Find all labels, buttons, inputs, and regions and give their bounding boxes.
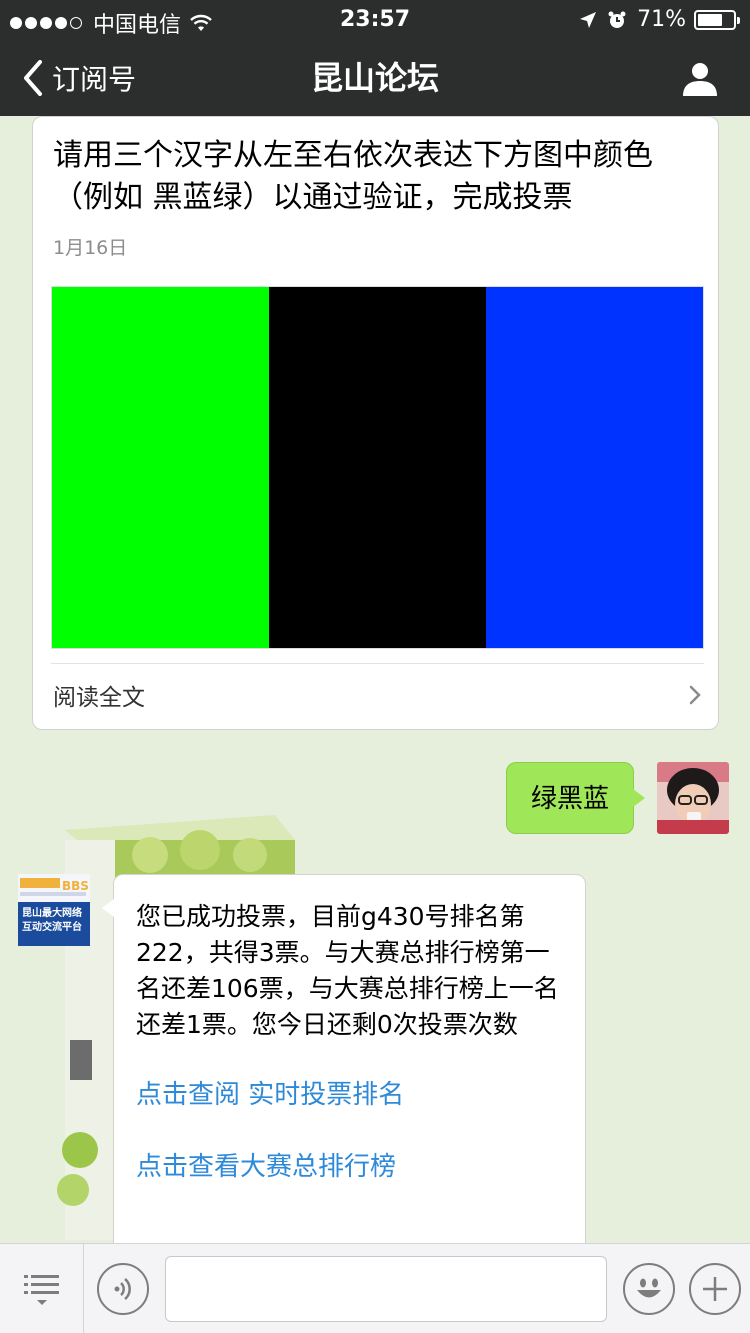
read-more-label: 阅读全文 (53, 685, 145, 711)
profile-icon[interactable] (680, 58, 720, 98)
nav-bar: 订阅号 昆山论坛 (0, 40, 750, 116)
svg-text:BBS: BBS (62, 879, 89, 893)
battery-icon (694, 9, 740, 30)
article-card[interactable]: 请用三个汉字从左至右依次表达下方图中颜色（例如 黑蓝绿）以通过验证，完成投票 1… (32, 116, 719, 730)
voice-input-button[interactable] (97, 1263, 149, 1315)
official-account-avatar[interactable]: BBS 昆山最大网络互动交流平台 (18, 874, 90, 946)
status-right: 71% (579, 7, 740, 32)
read-more-link[interactable]: 阅读全文 (51, 664, 704, 726)
color-block-2 (269, 287, 486, 648)
plus-icon (703, 1277, 727, 1301)
incoming-message-bubble: 您已成功投票，目前g430号排名第222，共得3票。与大赛总排行榜第一名还差10… (102, 874, 586, 1254)
overall-ranking-link[interactable]: 点击查看大赛总排行榜 (136, 1149, 565, 1185)
article-date: 1月16日 (53, 237, 128, 259)
avatar-logo-area: BBS (18, 874, 90, 902)
chevron-right-icon (689, 685, 701, 705)
user-avatar[interactable] (657, 762, 729, 834)
outgoing-message-bubble[interactable]: 绿黑蓝 (506, 762, 645, 834)
location-arrow-icon (580, 11, 597, 28)
article-title: 请用三个汉字从左至右依次表达下方图中颜色（例如 黑蓝绿）以通过验证，完成投票 (53, 138, 653, 215)
chat-input-bar (0, 1243, 750, 1333)
menu-list-icon (23, 1275, 59, 1305)
message-input[interactable] (165, 1256, 607, 1322)
status-bar: 中国电信 23:57 71% (0, 0, 750, 40)
color-block-3 (486, 287, 703, 648)
bbs-logo: BBS (20, 878, 89, 896)
incoming-message-text: 您已成功投票，目前g430号排名第222，共得3票。与大赛总排行榜第一名还差10… (136, 902, 559, 1039)
battery-percent: 71% (637, 7, 686, 32)
battery-fill (698, 13, 722, 26)
color-block-1 (52, 287, 269, 648)
emoji-icon (637, 1278, 661, 1298)
emoji-button[interactable] (623, 1263, 675, 1315)
page-title: 昆山论坛 (310, 59, 439, 97)
voice-icon (114, 1278, 131, 1300)
realtime-ranking-link[interactable]: 点击查阅 实时投票排名 (136, 1077, 565, 1113)
more-options-button[interactable] (689, 1263, 741, 1315)
user-avatar-image (657, 762, 729, 834)
menu-toggle-button[interactable] (0, 1244, 84, 1333)
avatar-caption: 昆山最大网络互动交流平台 (18, 902, 90, 946)
alarm-clock-icon (608, 11, 626, 28)
captcha-color-image (51, 286, 704, 649)
